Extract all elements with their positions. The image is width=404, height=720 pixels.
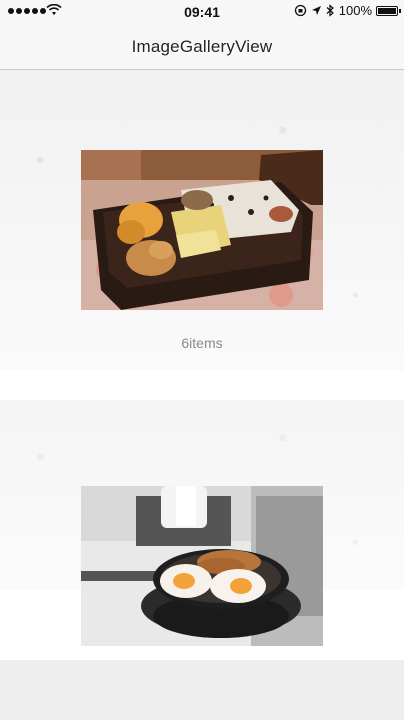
status-bar: 09:41 100% <box>0 0 404 24</box>
fried-eggs-image[interactable] <box>81 486 323 646</box>
location-icon <box>311 6 321 15</box>
bento-box-image[interactable] <box>81 150 323 310</box>
gallery-content[interactable]: 6items <box>0 70 404 720</box>
gallery-item[interactable]: 6items <box>81 150 323 351</box>
gallery-item[interactable]: 4items <box>81 486 323 687</box>
orientation-lock-icon <box>294 4 306 17</box>
status-right: 100% <box>294 3 401 18</box>
bluetooth-icon <box>326 4 334 17</box>
bottom-background <box>0 660 404 720</box>
battery-icon <box>376 5 401 16</box>
navigation-bar: ImageGalleryView <box>0 24 404 70</box>
gallery-item-caption: 6items <box>181 335 223 351</box>
screen: 09:41 100% ImageGalleryView 6items <box>0 0 404 720</box>
battery-percent: 100% <box>338 3 372 18</box>
page-title: ImageGalleryView <box>131 36 273 56</box>
